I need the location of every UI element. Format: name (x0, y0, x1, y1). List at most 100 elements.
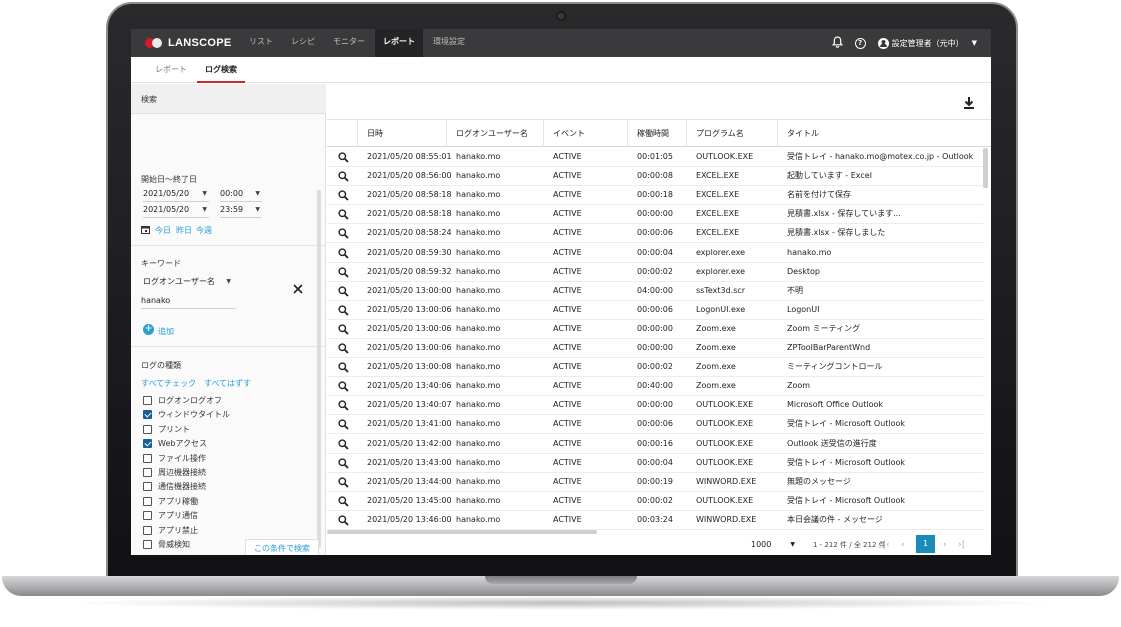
column-header[interactable]: 日時 (357, 120, 383, 147)
column-header[interactable]: プログラム名 (686, 120, 744, 147)
table-horizontal-scrollbar[interactable] (327, 530, 597, 534)
magnifier-icon[interactable] (338, 477, 349, 488)
user-menu[interactable]: 設定管理者（元中） ▼ (877, 37, 977, 49)
table-row[interactable]: 2021/05/20 08:59:32 hanako.mo ACTIVE 00:00:… (327, 263, 983, 282)
page-size-select[interactable]: 1000 ▼ (751, 538, 795, 552)
table-row[interactable]: 2021/05/20 08:58:18 hanako.mo ACTIVE 00:00:… (327, 186, 983, 206)
log-type-checkbox[interactable] (143, 468, 152, 477)
log-type-checkbox[interactable] (143, 439, 152, 449)
next-page-icon[interactable]: › (943, 538, 947, 552)
table-cell: 00:01:05 (637, 152, 673, 161)
table-row[interactable]: 2021/05/20 13:45:00 hanako.mo ACTIVE 00:00:… (327, 492, 983, 511)
column-header[interactable]: タイトル (777, 120, 819, 147)
table-row[interactable]: 2021/05/20 13:46:00 hanako.mo ACTIVE 00:03:… (327, 511, 983, 530)
check-all-link[interactable]: すべてチェック (141, 378, 196, 389)
log-type-checkbox[interactable] (143, 482, 152, 492)
magnifier-icon[interactable] (338, 152, 349, 163)
log-type-checkbox[interactable] (143, 496, 152, 506)
start-time-select[interactable]: 00:00 ▼ (220, 187, 262, 202)
magnifier-icon[interactable] (338, 438, 349, 450)
download-icon[interactable] (963, 96, 975, 110)
magnifier-icon[interactable] (338, 419, 349, 431)
table-row[interactable]: 2021/05/20 13:00:06 hanako.mo ACTIVE 00:00:… (327, 339, 983, 358)
magnifier-icon[interactable] (338, 305, 349, 316)
magnifier-icon[interactable] (338, 457, 349, 469)
tab-log-search[interactable]: ログ検索 (197, 57, 245, 83)
table-row[interactable]: 2021/05/20 13:42:00 hanako.mo ACTIVE 00:00:… (327, 435, 983, 454)
nav-item-2[interactable]: モニター (325, 29, 373, 57)
column-header[interactable]: イベント (543, 120, 585, 147)
end-date-select[interactable]: 2021/05/20 ▼ (143, 203, 209, 218)
log-type-checkbox[interactable] (143, 424, 152, 434)
nav-item-3[interactable]: レポート (375, 29, 423, 57)
search-button[interactable]: この条件で検索 (245, 539, 319, 555)
first-page-icon[interactable]: |‹ (883, 538, 890, 552)
calendar-icon[interactable] (141, 225, 150, 236)
magnifier-icon[interactable] (338, 266, 349, 278)
quick-week-link[interactable]: 今週 (196, 225, 212, 236)
table-row[interactable]: 2021/05/20 13:00:08 hanako.mo ACTIVE 00:00:… (327, 358, 983, 378)
brand-logo[interactable]: LANSCOPE (145, 37, 232, 49)
plus-circle-icon[interactable]: + (143, 324, 154, 335)
left-scrollbar[interactable] (317, 190, 321, 548)
magnifier-icon[interactable] (338, 228, 349, 240)
help-icon[interactable]: ? (854, 37, 866, 49)
table-row[interactable]: 2021/05/20 13:40:07 hanako.mo ACTIVE 00:00:… (327, 396, 983, 416)
quick-today-link[interactable]: 今日 (155, 225, 171, 236)
table-row[interactable]: 2021/05/20 13:41:00 hanako.mo ACTIVE 00:00:… (327, 415, 983, 435)
log-type-checkbox[interactable] (143, 453, 152, 463)
log-type-checkbox[interactable] (143, 511, 152, 521)
nav-item-1[interactable]: レシピ (283, 29, 323, 57)
table-row[interactable]: 2021/05/20 13:00:06 hanako.mo ACTIVE 00:00:… (327, 301, 983, 320)
keyword-field-select[interactable]: ログオンユーザー名 ▼ (143, 275, 233, 290)
table-row[interactable]: 2021/05/20 13:44:00 hanako.mo ACTIVE 00:00:… (327, 473, 983, 492)
table-row[interactable]: 2021/05/20 13:43:00 hanako.mo ACTIVE 00:00:… (327, 454, 983, 473)
magnifier-icon[interactable] (338, 324, 349, 335)
magnifier-icon[interactable] (338, 171, 349, 182)
quick-yesterday-link[interactable]: 昨日 (176, 225, 192, 236)
log-type-checkbox[interactable] (143, 410, 152, 420)
close-icon[interactable] (293, 284, 303, 296)
magnifier-icon[interactable] (338, 496, 349, 507)
table-row[interactable]: 2021/05/20 08:56:00 hanako.mo ACTIVE 00:00:… (327, 167, 983, 187)
table-row[interactable]: 2021/05/20 13:00:00 hanako.mo ACTIVE 04:00:… (327, 282, 983, 301)
bell-icon[interactable] (831, 35, 843, 51)
table-cell: 受信トレイ - Microsoft Outlook (787, 457, 906, 467)
column-header[interactable]: 稼働時間 (627, 120, 669, 147)
nav-item-0[interactable]: リスト (241, 29, 281, 57)
table-row[interactable]: 2021/05/20 08:58:18 hanako.mo ACTIVE 00:00:… (327, 205, 983, 225)
table-cell: hanako.mo (456, 495, 501, 505)
table-vertical-scrollbar[interactable] (983, 148, 988, 188)
search-panel-header: 検索 (131, 84, 326, 114)
prev-page-icon[interactable]: ‹ (901, 538, 905, 552)
magnifier-icon[interactable] (338, 400, 349, 411)
log-type-checkbox[interactable] (143, 396, 152, 405)
magnifier-icon[interactable] (338, 515, 349, 526)
magnifier-icon[interactable] (338, 247, 349, 259)
start-date-select[interactable]: 2021/05/20 ▼ (143, 187, 209, 202)
table-cell: Desktop (787, 266, 820, 276)
current-page-button[interactable]: 1 (916, 535, 935, 553)
uncheck-all-link[interactable]: すべてはずす (204, 378, 251, 389)
column-header[interactable]: ログオンユーザー名 (446, 120, 528, 147)
log-type-checkbox[interactable] (143, 540, 152, 549)
nav-item-4[interactable]: 環境設定 (425, 29, 473, 57)
magnifier-icon[interactable] (338, 362, 349, 373)
magnifier-icon[interactable] (338, 190, 349, 201)
magnifier-icon[interactable] (338, 343, 349, 354)
tab-report[interactable]: レポート (155, 57, 187, 83)
magnifier-icon[interactable] (338, 286, 349, 297)
log-type-checkbox[interactable] (143, 525, 152, 535)
end-time-select[interactable]: 23:59 ▼ (220, 203, 262, 218)
keyword-input[interactable]: hanako (141, 294, 236, 309)
table-row[interactable]: 2021/05/20 08:59:30 hanako.mo ACTIVE 00:00:… (327, 244, 983, 263)
table-row[interactable]: 2021/05/20 13:00:06 hanako.mo ACTIVE 00:00:… (327, 320, 983, 339)
magnifier-icon[interactable] (338, 381, 349, 392)
magnifier-icon[interactable] (338, 209, 349, 220)
table-cell: 00:00:08 (637, 171, 673, 181)
add-condition-link[interactable]: 追加 (158, 326, 174, 337)
table-row[interactable]: 2021/05/20 13:40:06 hanako.mo ACTIVE 00:40:… (327, 377, 983, 397)
table-row[interactable]: 2021/05/20 08:55:01 hanako.mo ACTIVE 00:01:… (327, 148, 983, 167)
last-page-icon[interactable]: ›| (958, 538, 965, 552)
table-row[interactable]: 2021/05/20 08:58:24 hanako.mo ACTIVE 00:00:… (327, 224, 983, 244)
